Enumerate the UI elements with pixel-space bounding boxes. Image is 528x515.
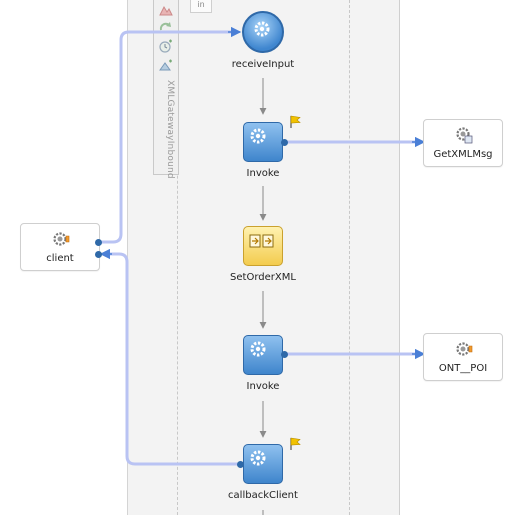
port-handle[interactable]	[95, 251, 102, 258]
activity-label: receiveInput	[231, 59, 295, 70]
activity-callback-client[interactable]	[243, 444, 283, 484]
activity-invoke-1[interactable]	[243, 122, 283, 162]
partner-label: ONT__POI	[438, 363, 488, 374]
flag-icon[interactable]	[289, 115, 301, 129]
partner-link-ont-poi[interactable]: ONT__POI	[423, 333, 503, 381]
service-gear-icon	[53, 232, 70, 246]
service-gear-icon	[456, 127, 473, 144]
gear-icon	[250, 341, 266, 357]
activity-label: SetOrderXML	[230, 272, 296, 283]
gear-icon	[250, 450, 266, 466]
assign-icon	[249, 234, 274, 248]
service-gear-icon	[456, 342, 473, 356]
activity-label: Invoke	[246, 381, 280, 392]
port-handle[interactable]	[237, 461, 244, 468]
partner-link-client[interactable]: client	[20, 223, 100, 271]
partner-label: client	[46, 253, 74, 264]
wire-callback-client[interactable]	[108, 252, 240, 466]
activity-label: Invoke	[246, 168, 280, 179]
flag-icon[interactable]	[289, 437, 301, 451]
activity-set-order-xml[interactable]	[243, 226, 283, 266]
port-handle[interactable]	[281, 139, 288, 146]
partner-label: GetXMLMsg	[433, 149, 493, 160]
activity-invoke-2[interactable]	[243, 335, 283, 375]
partner-link-getxmlmsg[interactable]: GetXMLMsg	[423, 119, 503, 167]
activity-receive-input[interactable]	[242, 11, 284, 53]
gear-icon	[250, 128, 266, 144]
gear-icon	[254, 21, 270, 37]
port-handle[interactable]	[95, 239, 102, 246]
activity-label: callbackClient	[228, 490, 298, 501]
port-handle[interactable]	[281, 351, 288, 358]
